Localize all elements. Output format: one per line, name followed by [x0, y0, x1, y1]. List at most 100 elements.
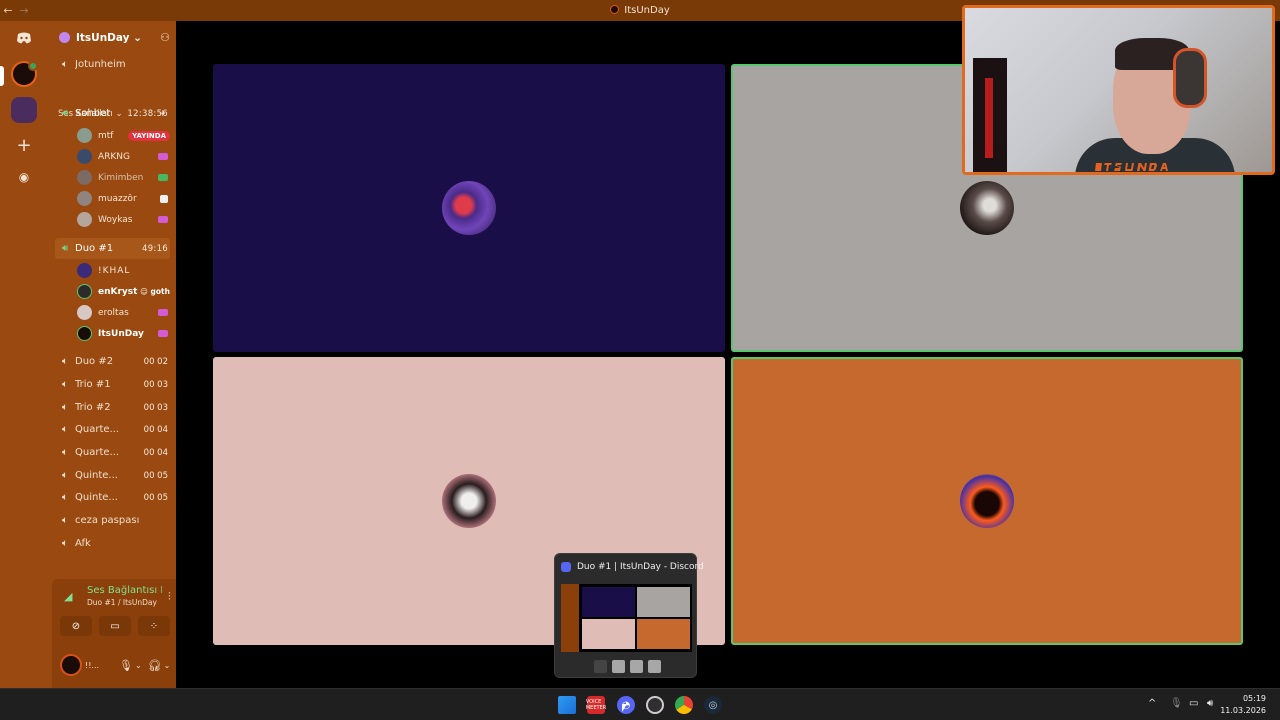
voicemeeter-icon[interactable]: VOICE MEETER: [586, 696, 606, 714]
avatar: [77, 284, 92, 299]
voice-channel-quintet-2[interactable]: 🔈︎ Quinte... 00 05: [55, 487, 170, 508]
thumbnail-control[interactable]: [630, 660, 643, 673]
voice-channel-ceza[interactable]: 🔈︎ ceza paspası: [55, 510, 170, 531]
noise-suppression-icon[interactable]: ⫶: [168, 590, 171, 604]
clock-time: 05:19: [1242, 694, 1266, 703]
discord-home-icon[interactable]: [11, 25, 37, 51]
member-row[interactable]: eroltas: [77, 302, 170, 323]
member-row[interactable]: !KHAL: [77, 260, 170, 281]
window-thumbnail[interactable]: [561, 584, 692, 652]
server-folder-icon[interactable]: [11, 97, 37, 123]
username: !!...: [85, 660, 100, 670]
speaker-icon: 🔊︎: [61, 243, 69, 254]
webcam-overlay: [962, 5, 1275, 175]
activity-icon: [158, 216, 168, 223]
avatar: [960, 181, 1014, 235]
voice-channel-duo-1[interactable]: 🔊︎ Duo #1 49:16: [55, 238, 170, 259]
activity-icon: [158, 309, 168, 316]
activity-icon: [158, 330, 168, 337]
voice-channel-trio-2[interactable]: 🔈︎ Trio #2 00 03: [55, 397, 170, 418]
speaker-icon: 🔈︎: [62, 59, 68, 70]
chevron-down-icon[interactable]: ⌄: [135, 661, 142, 670]
active-server-indicator: [0, 66, 4, 86]
chevron-up-icon[interactable]: ^: [1148, 698, 1156, 709]
activity-icon: [158, 174, 168, 181]
camera-off-icon[interactable]: ⊘: [60, 616, 92, 636]
avatar: [77, 149, 92, 164]
online-badge-icon: [28, 61, 38, 71]
user-limit: 00 05: [143, 470, 168, 481]
popup-title: Duo #1 | ItsUnDay - Discord: [577, 562, 704, 572]
member-row[interactable]: muazzôr: [77, 188, 170, 209]
mouse-cursor-icon: [622, 704, 627, 712]
speaker-icon: 🔊︎: [61, 108, 69, 119]
volume-icon[interactable]: 🔊︎: [1207, 698, 1213, 709]
avatar: [77, 305, 92, 320]
user-limit: 00 04: [143, 424, 168, 435]
taskbar-thumbnail-popup[interactable]: Duo #1 | ItsUnDay - Discord: [554, 553, 704, 678]
voice-channel-quartet-1[interactable]: 🔈︎ Quarte... 00 04: [55, 419, 170, 440]
avatar[interactable]: [60, 654, 82, 676]
speaker-icon: 🔈︎: [62, 447, 68, 458]
member-row[interactable]: ARKNG: [77, 146, 170, 167]
voice-channel-quintet-1[interactable]: 🔈︎ Quinte... 00 05: [55, 465, 170, 486]
participant-tile-speaking[interactable]: [731, 357, 1243, 645]
user-limit: 00 02: [143, 356, 168, 367]
voice-channel-trio-1[interactable]: 🔈︎ Trio #1 00 03: [55, 374, 170, 395]
obs-icon[interactable]: [646, 696, 664, 714]
user-limit: 00 03: [143, 402, 168, 413]
speaker-icon: 🔈︎: [62, 515, 68, 526]
screen-share-icon[interactable]: ▭: [99, 616, 131, 636]
person-plus-icon[interactable]: ⚇: [160, 31, 170, 44]
speaker-icon: 🔈︎: [62, 424, 68, 435]
channel-jotunheim[interactable]: 🔈︎ Jotunheim: [55, 54, 170, 75]
avatar: [77, 170, 92, 185]
user-limit: 00 04: [143, 447, 168, 458]
microphone-tray-icon[interactable]: 🎙︎: [1170, 698, 1183, 709]
voice-channel-duo-2[interactable]: 🔈︎ Duo #2 00 02: [55, 351, 170, 372]
voice-location: Duo #1 / ItsUnDay: [87, 598, 157, 607]
activity-icon: [160, 194, 168, 203]
server-rail: + ◉: [0, 21, 47, 688]
member-row[interactable]: ItsUnDay: [77, 323, 170, 344]
activities-icon[interactable]: ⁘: [138, 616, 170, 636]
voice-status[interactable]: Ses Bağlantısı K: [87, 585, 162, 596]
microphone-icon[interactable]: 🎙︎: [119, 659, 133, 672]
avatar: [77, 263, 92, 278]
pc-case: [973, 58, 1007, 172]
boost-icon: [59, 32, 70, 43]
speaker-icon: 🔈︎: [62, 402, 68, 413]
steam-icon[interactable]: ◎: [704, 696, 722, 714]
thumbnail-control[interactable]: [612, 660, 625, 673]
voice-channel-quartet-2[interactable]: 🔈︎ Quarte... 00 04: [55, 442, 170, 463]
add-server-icon[interactable]: +: [11, 132, 37, 158]
network-icon[interactable]: ▭: [1189, 698, 1198, 709]
channel-timer: 12:38:56: [127, 108, 168, 119]
user-limit: 00 05: [143, 492, 168, 503]
chevron-down-icon[interactable]: ⌄: [164, 661, 171, 670]
voice-channel-afk[interactable]: 🔈︎ Afk: [55, 533, 170, 554]
member-row[interactable]: mtf YAYINDA: [77, 125, 170, 146]
headphones-icon[interactable]: 🎧︎: [148, 659, 162, 672]
windows-start-icon[interactable]: [558, 696, 576, 714]
voice-channel-sohbet[interactable]: 🔊︎ Sohbet 12:38:56: [55, 103, 170, 124]
speaker-icon: 🔈︎: [62, 379, 68, 390]
clan-tag: ☺ goth: [140, 287, 170, 296]
system-clock[interactable]: 05:19 11.03.2026: [1220, 693, 1266, 717]
channel-sidebar: ItsUnDay ⌄ ⚇ 🔈︎ Jotunheim Ses Kanalları …: [47, 21, 218, 705]
member-row[interactable]: Kimimben: [77, 167, 170, 188]
signal-icon: ◢: [64, 590, 73, 603]
avatar: [77, 191, 92, 206]
avatar: [77, 326, 92, 341]
participant-tile[interactable]: [213, 64, 725, 352]
server-name: ItsUnDay ⌄: [76, 31, 142, 44]
avatar: [442, 181, 496, 235]
thumbnail-control[interactable]: [648, 660, 661, 673]
explore-compass-icon[interactable]: ◉: [11, 164, 37, 190]
chrome-icon[interactable]: [675, 696, 693, 714]
avatar: [77, 128, 92, 143]
member-row[interactable]: Woykas: [77, 209, 170, 230]
member-row[interactable]: enKryst ☺ goth: [77, 281, 170, 302]
camera-icon[interactable]: [594, 660, 607, 673]
server-header[interactable]: ItsUnDay ⌄ ⚇: [47, 21, 176, 54]
